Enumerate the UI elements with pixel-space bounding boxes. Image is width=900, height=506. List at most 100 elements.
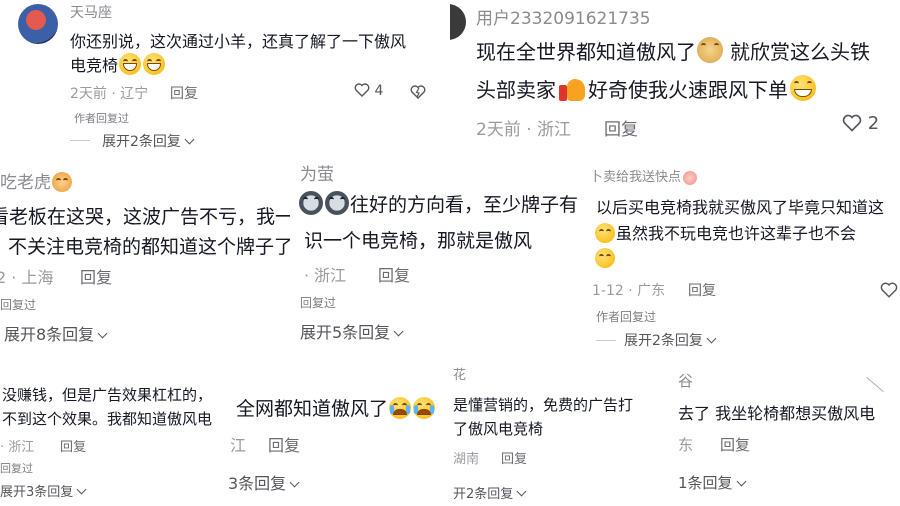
expand-replies-label: 展开2条回复 (102, 134, 181, 150)
chevron-down-icon (289, 477, 300, 488)
husky-emoji-icon (325, 191, 349, 215)
comment-text-line-2: 电竞椅 (70, 52, 166, 76)
expand-replies-label: 展开5条回复 (300, 323, 391, 342)
comment-text-line-1: 往好的方向看，至少牌子有 (298, 190, 578, 217)
comment-text-line-1: 全网都知道傲风了 (236, 394, 436, 421)
expand-replies-label: 展开3条回复 (0, 485, 74, 500)
divider (596, 340, 616, 341)
author-replied-tag: 作者回复过 (74, 112, 129, 125)
avatar[interactable] (18, 4, 58, 44)
reply-button[interactable]: 回复 (170, 83, 198, 103)
comment-text-line-1: 没赚钱，但是广告效果杠杠的， (2, 386, 213, 404)
comment-text: 现在全世界都知道傲风了 (476, 40, 696, 64)
like-count: 4 (374, 83, 384, 99)
comment-text-line-2: 识一个电竞椅，那就是傲风 (304, 230, 533, 252)
comment-text-line-2: 了傲风电竞椅 (453, 420, 544, 438)
expand-replies-button[interactable]: 展开2条回复 (624, 330, 717, 350)
dislike-icon[interactable] (410, 85, 426, 99)
expand-replies-label: 展开8条回复 (4, 325, 95, 344)
like-button[interactable]: 4 (354, 83, 383, 99)
comment-text-line-2: 不到这个效果。我都知道傲风电 (2, 410, 213, 428)
comment-time-location: 2 · 上海 (0, 268, 54, 287)
sad-emoji-icon (683, 171, 698, 185)
comment-text-line-2: 不关注电竞椅的都知道这个牌子了 (8, 236, 294, 258)
heart-icon[interactable] (880, 282, 898, 298)
like-button[interactable]: 2 (842, 113, 879, 134)
comment-username-text: 吃老虎 (0, 173, 51, 193)
comment-panel-9: 谷 去了 我坐轮椅都想买傲风电 东 回复 1条回复 (678, 360, 900, 506)
doge-emoji-icon (697, 37, 723, 63)
expand-replies-button[interactable]: 3条回复 (228, 470, 300, 494)
crying-laughing-emoji-icon (413, 397, 436, 419)
expand-replies-label: 1条回复 (678, 474, 733, 492)
reply-button[interactable]: 回复 (80, 264, 112, 288)
comment-username[interactable]: 花 (453, 364, 466, 383)
heart-icon (842, 114, 862, 132)
comment-time-location: 1-12 · 广东 (592, 283, 666, 299)
chevron-down-icon (706, 333, 717, 344)
comment-text-line-1: 你还别说，这次通过小羊，还真了解了一下傲风 (70, 32, 407, 51)
chevron-down-icon (76, 484, 87, 495)
comment-username[interactable]: 吃老虎 (0, 168, 73, 193)
expand-replies-button[interactable]: 展开8条回复 (4, 321, 108, 345)
comment-panel-5: 卜卖给我送快点 以后买电竞椅我就买傲风了毕竟只知道这 虽然我不玩电竞也许这辈子也… (590, 162, 900, 350)
comment-text: 电竞椅 (70, 56, 119, 75)
comment-username[interactable]: 天马座 (70, 2, 112, 22)
divider (70, 140, 90, 141)
comment-username[interactable]: 为萤 (300, 160, 334, 185)
comment-username[interactable]: 谷 (678, 370, 693, 391)
reply-button[interactable]: 回复 (501, 448, 527, 467)
replied-tag: 回复过 (0, 462, 33, 475)
chevron-down-icon (516, 486, 527, 497)
expand-replies-button[interactable]: 展开2条回复 (102, 131, 195, 151)
smile-emoji-icon (595, 223, 615, 243)
comment-text: 虽然我不玩电竞也许这辈子也不会 (616, 224, 857, 243)
grin-emoji-icon (143, 53, 166, 75)
like-count: 2 (867, 113, 880, 134)
comment-username[interactable]: 用户2332091621735 (476, 4, 651, 29)
reply-button[interactable]: 回复 (720, 434, 750, 455)
reply-button[interactable]: 回复 (378, 262, 410, 286)
chevron-down-icon (97, 328, 108, 339)
comment-text: 好奇使我火速跟风下单 (588, 78, 788, 102)
reply-button[interactable]: 回复 (688, 280, 716, 300)
comment-text: 全网都知道傲风了 (236, 398, 389, 420)
chevron-down-icon (393, 326, 404, 337)
comment-time-location: · 浙江 (0, 440, 35, 455)
comment-panel-3: 吃老虎 看老板在这哭，这波广告不亏，我一 不关注电竞椅的都知道这个牌子了 2 ·… (0, 162, 300, 350)
comment-panel-7: 全网都知道傲风了 江 回复 3条回复 (228, 380, 453, 506)
comment-time-location: · 浙江 (304, 266, 347, 285)
reply-button[interactable]: 回复 (268, 432, 300, 456)
comment-time-location: 2天前 · 辽宁 (70, 86, 149, 102)
author-replied-tag: 作者回复过 (596, 310, 657, 324)
close-icon[interactable] (866, 377, 884, 392)
comment-username[interactable]: 卜卖给我送快点 (590, 166, 698, 185)
comment-text-line-2: 虽然我不玩电竞也许这辈子也不会 (594, 220, 856, 244)
grin-emoji-icon (790, 75, 816, 101)
chevron-down-icon (184, 134, 195, 145)
expand-replies-button[interactable]: 展开3条回复 (0, 481, 87, 500)
heart-icon (354, 83, 370, 97)
expand-replies-button[interactable]: 开2条回复 (453, 483, 527, 502)
chevron-down-icon (736, 476, 746, 487)
comment-text-line-1: 是懂营销的，免费的广告打 (453, 396, 634, 414)
comment-text: 头部卖家 (476, 78, 556, 102)
comment-text-line-1: 去了 我坐轮椅都想买傲风电 (678, 404, 876, 423)
reply-button[interactable]: 回复 (604, 115, 638, 140)
thinking-emoji-icon (595, 248, 615, 268)
comment-time-location: 江 (230, 436, 247, 455)
comment-panel-4: 为萤 往好的方向看，至少牌子有 识一个电竞椅，那就是傲风 · 浙江 回复 回复过… (290, 152, 590, 350)
expand-replies-button[interactable]: 展开5条回复 (300, 319, 404, 343)
expand-replies-label: 开2条回复 (453, 487, 514, 502)
comment-text-line-1: 以后买电竞椅我就买傲风了毕竟只知道这 (596, 198, 885, 217)
comment-panel-2: 用户2332091621735 现在全世界都知道傲风了 就欣赏这么头铁 头部卖家 好… (450, 0, 900, 162)
comment-username-text: 卜卖给我送快点 (590, 170, 682, 185)
tiger-emoji-icon (52, 172, 72, 192)
expand-replies-button[interactable]: 1条回复 (678, 472, 746, 493)
avatar[interactable] (450, 4, 466, 40)
husky-emoji-icon (299, 191, 323, 215)
comment-panel-8: 花 是懂营销的，免费的广告打 了傲风电竞椅 湖南 回复 开2条回复 (453, 360, 678, 506)
reply-button[interactable]: 回复 (60, 436, 86, 455)
comment-text: 往好的方向看，至少牌子有 (350, 194, 579, 216)
comment-time-location: 2天前 · 浙江 (476, 120, 572, 140)
